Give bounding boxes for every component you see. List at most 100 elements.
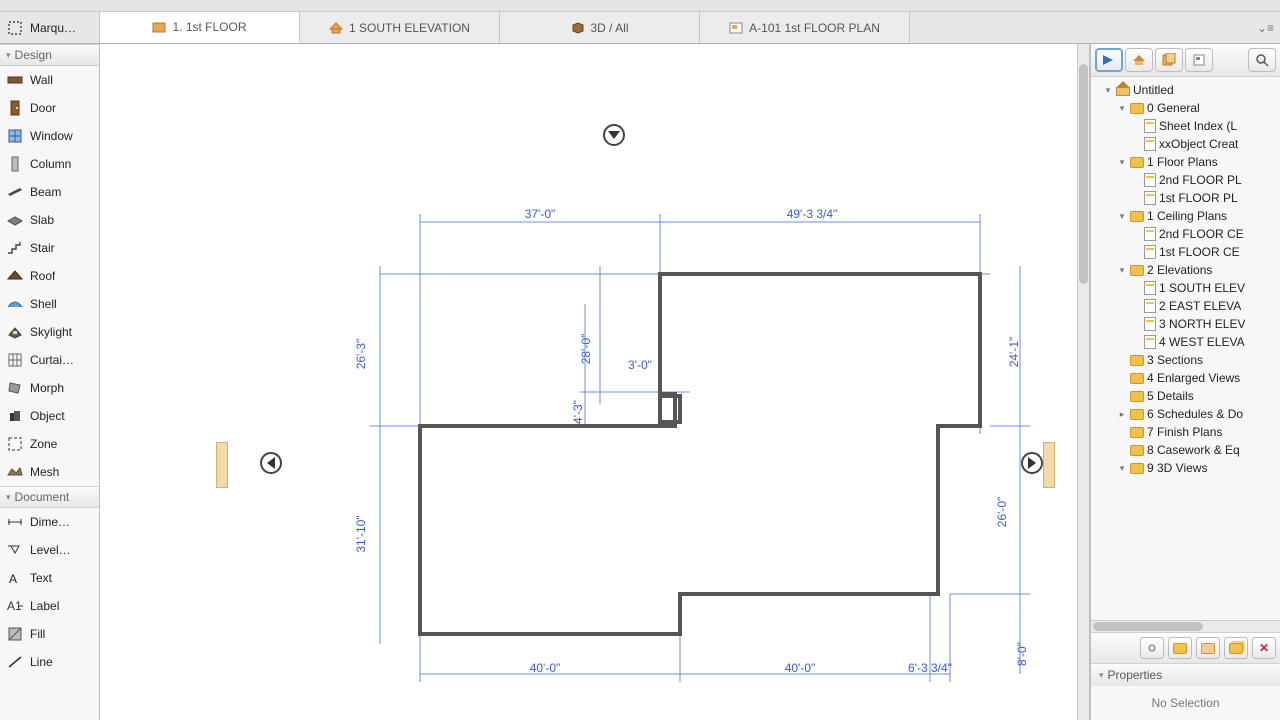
tree-folder[interactable]: ▾2 Elevations <box>1091 261 1280 279</box>
tree-item[interactable]: 2nd FLOOR CE <box>1091 225 1280 243</box>
sheet-icon <box>1144 119 1156 133</box>
tool-label: Mesh <box>30 465 59 479</box>
tree-item[interactable]: xxObject Creat <box>1091 135 1280 153</box>
tree-label: 5 Details <box>1147 389 1194 403</box>
tree-label: 4 WEST ELEVA <box>1159 335 1245 349</box>
document-tab-strip: Marqu… 1. 1st FLOOR 1 SOUTH ELEVATION 3D… <box>0 12 1280 44</box>
tree-item[interactable]: 3 NORTH ELEV <box>1091 315 1280 333</box>
tree-item[interactable]: 1st FLOOR CE <box>1091 243 1280 261</box>
line-tool[interactable]: Line <box>0 648 99 676</box>
tree-label: 6 Schedules & Do <box>1147 407 1243 421</box>
skylight-tool[interactable]: Skylight <box>0 318 99 346</box>
tree-item[interactable]: 2 EAST ELEVA <box>1091 297 1280 315</box>
tree-label: 2nd FLOOR PL <box>1159 173 1242 187</box>
navigator-new-view-button[interactable] <box>1196 637 1220 659</box>
tree-root[interactable]: ▾ Untitled <box>1091 81 1280 99</box>
tree-item[interactable]: 4 WEST ELEVA <box>1091 333 1280 351</box>
sheet-icon <box>1144 335 1156 349</box>
curtain-wall-tool[interactable]: Curtai… <box>0 346 99 374</box>
tree-item[interactable]: 1st FLOOR PL <box>1091 189 1280 207</box>
gear-icon <box>1146 642 1158 654</box>
tool-label: Shell <box>30 297 57 311</box>
drawing-canvas[interactable]: 37'-0" 49'-3 3/4" 26'-3" 31'-10" 28'-0" … <box>100 44 1090 720</box>
dim-mid-vert: 28'-0" <box>579 334 593 365</box>
tab-1st-floor[interactable]: 1. 1st FLOOR <box>100 12 300 43</box>
navigator-tab-bar <box>1091 44 1280 77</box>
tree-folder[interactable]: 7 Finish Plans <box>1091 423 1280 441</box>
tree-folder[interactable]: ▾1 Ceiling Plans <box>1091 207 1280 225</box>
tree-folder[interactable]: 4 Enlarged Views <box>1091 369 1280 387</box>
object-tool[interactable]: Object <box>0 402 99 430</box>
tree-item[interactable]: 1 SOUTH ELEV <box>1091 279 1280 297</box>
tab-a101-plan[interactable]: A-101 1st FLOOR PLAN <box>700 12 910 43</box>
tree-item[interactable]: Sheet Index (L <box>1091 117 1280 135</box>
navigator-clone-button[interactable] <box>1224 637 1248 659</box>
tree-label: 2 EAST ELEVA <box>1159 299 1241 313</box>
navigator-tab-publisher[interactable] <box>1185 48 1213 72</box>
tab-overflow-button[interactable]: ⌄≡ <box>1251 12 1280 43</box>
navigator-tab-project-map[interactable] <box>1095 48 1123 72</box>
sheet-icon <box>1144 299 1156 313</box>
dim-left-upper: 26'-3" <box>354 339 368 370</box>
tree-label: 1st FLOOR CE <box>1159 245 1240 259</box>
shell-tool[interactable]: Shell <box>0 290 99 318</box>
toolbox-section-design[interactable]: Design <box>0 44 99 66</box>
fill-tool[interactable]: Fill <box>0 620 99 648</box>
tree-folder[interactable]: 5 Details <box>1091 387 1280 405</box>
folder-icon <box>1130 103 1144 114</box>
tab-south-elevation[interactable]: 1 SOUTH ELEVATION <box>300 12 500 43</box>
dim-bottom-mid: 40'-0" <box>785 661 816 675</box>
navigator-search-button[interactable] <box>1248 48 1276 72</box>
canvas-scrollbar-vertical[interactable] <box>1077 44 1089 720</box>
tree-item[interactable]: 2nd FLOOR PL <box>1091 171 1280 189</box>
folder-icon <box>1130 409 1144 420</box>
folder-icon <box>1130 445 1144 456</box>
dim-bottom-right: 6'-3 3/4" <box>908 661 952 675</box>
tool-label: Text <box>30 571 52 585</box>
column-tool[interactable]: Column <box>0 150 99 178</box>
section-label: Document <box>15 490 70 504</box>
navigator-scrollbar-horizontal[interactable] <box>1091 620 1280 632</box>
window-tool[interactable]: Window <box>0 122 99 150</box>
label-tool[interactable]: A1Label <box>0 592 99 620</box>
dimension-tool[interactable]: Dime… <box>0 508 99 536</box>
navigator-tab-view-map[interactable] <box>1125 48 1153 72</box>
navigator-delete-button[interactable]: ✕ <box>1252 637 1276 659</box>
arrow-icon <box>1101 53 1117 67</box>
tree-folder[interactable]: ▾9 3D Views <box>1091 459 1280 477</box>
stair-tool[interactable]: Stair <box>0 234 99 262</box>
tree-folder[interactable]: ▾0 General <box>1091 99 1280 117</box>
roof-tool[interactable]: Roof <box>0 262 99 290</box>
dim-notch-h: 3'-0" <box>628 358 652 372</box>
tree-folder[interactable]: 8 Casework & Eq <box>1091 441 1280 459</box>
tree-folder[interactable]: ▸6 Schedules & Do <box>1091 405 1280 423</box>
beam-tool[interactable]: Beam <box>0 178 99 206</box>
wall-tool[interactable]: Wall <box>0 66 99 94</box>
navigator-tree[interactable]: ▾ Untitled ▾0 GeneralSheet Index (LxxObj… <box>1091 77 1280 620</box>
canvas-edge-tab-left[interactable] <box>216 442 228 488</box>
properties-header[interactable]: Properties <box>1091 663 1280 686</box>
tree-folder[interactable]: 3 Sections <box>1091 351 1280 369</box>
tab-label: 1 SOUTH ELEVATION <box>349 21 470 35</box>
close-icon: ✕ <box>1259 641 1269 655</box>
toolbox-section-document[interactable]: Document <box>0 486 99 508</box>
zone-tool[interactable]: Zone <box>0 430 99 458</box>
tab-3d-all[interactable]: 3D / All <box>500 12 700 43</box>
slab-tool[interactable]: Slab <box>0 206 99 234</box>
morph-tool[interactable]: Morph <box>0 374 99 402</box>
elevation-icon <box>329 21 343 35</box>
elevation-marker-south[interactable] <box>603 124 625 146</box>
mesh-tool[interactable]: Mesh <box>0 458 99 486</box>
door-tool[interactable]: Door <box>0 94 99 122</box>
navigator-settings-button[interactable] <box>1140 637 1164 659</box>
marquee-tool[interactable]: Marqu… <box>0 14 99 42</box>
text-tool[interactable]: A Text <box>0 564 99 592</box>
navigator-tab-layout-book[interactable] <box>1155 48 1183 72</box>
navigator-new-folder-button[interactable] <box>1168 637 1192 659</box>
tree-label: 0 General <box>1147 101 1200 115</box>
level-dimension-tool[interactable]: Level… <box>0 536 99 564</box>
text-icon: A <box>6 569 24 587</box>
dim-notch-v: 4'-3" <box>571 400 585 424</box>
disclosure-icon: ▾ <box>1117 157 1127 168</box>
tree-folder[interactable]: ▾1 Floor Plans <box>1091 153 1280 171</box>
